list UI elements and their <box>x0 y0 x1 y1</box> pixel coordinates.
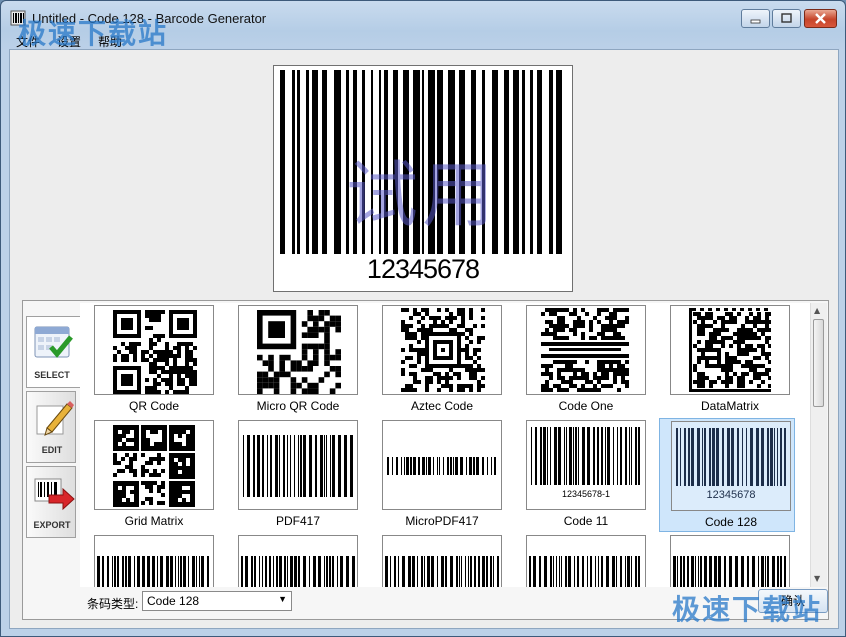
barcode-type-label: Code 11 <box>563 514 609 528</box>
barcode-type-label: MicroPDF417 <box>405 514 479 528</box>
barcode-type-label: QR Code <box>128 399 180 413</box>
tab-edit-label: EDIT <box>41 445 63 455</box>
scroll-down-icon[interactable]: ▼ <box>814 574 820 583</box>
barcode-caption: 12345678-1 <box>562 489 610 499</box>
chevron-down-icon: ▼ <box>278 594 287 604</box>
trial-watermark: 试用 <box>346 153 499 237</box>
barcode-symbol <box>243 435 353 497</box>
barcode-thumbnail <box>670 305 790 395</box>
barcode-symbol <box>257 310 341 394</box>
barcode-symbol <box>113 425 195 507</box>
barcode-type-item[interactable]: MicroPDF417 <box>371 418 507 532</box>
gallery-scrollbar[interactable]: ▲ ▼ <box>810 303 827 587</box>
barcode-type-item[interactable]: Code One <box>515 303 651 417</box>
close-icon <box>815 13 826 24</box>
barcode-symbol <box>97 556 209 587</box>
barcode-thumbnail <box>526 535 646 587</box>
site-watermark: 极速下载站 <box>672 593 823 626</box>
barcode-type-item[interactable] <box>515 533 651 587</box>
barcode-type-label: DataMatrix <box>700 399 759 413</box>
preview-human-readable: 12345678 <box>366 254 480 284</box>
tab-edit[interactable]: EDIT <box>26 391 76 463</box>
barcode-type-label: Micro QR Code <box>256 399 340 413</box>
select-grid-icon <box>34 326 73 358</box>
barcode-type-item[interactable]: Grid Matrix <box>83 418 219 532</box>
tab-select-label: SELECT <box>34 370 70 380</box>
barcode-thumbnail <box>238 420 358 510</box>
tab-export-label: EXPORT <box>33 520 71 530</box>
barcode-type-item[interactable]: 12345678-1 Code 11 <box>515 418 651 532</box>
client-area: 12345678 试用 SELECT EDIT EXPORT QR Code M… <box>9 49 839 629</box>
barcode-symbol <box>541 308 629 392</box>
barcode-symbol: 12345678 <box>676 428 786 501</box>
barcode-thumbnail <box>94 535 214 587</box>
barcode-thumbnail <box>238 305 358 395</box>
barcode-symbol: 12345678-1 <box>531 427 640 499</box>
barcode-thumbnail <box>382 420 502 510</box>
barcode-type-item[interactable] <box>227 533 363 587</box>
maximize-icon <box>781 13 792 23</box>
barcode-type-label: Code One <box>558 399 614 413</box>
barcode-type-item[interactable] <box>659 533 795 587</box>
barcode-type-item[interactable] <box>83 533 219 587</box>
barcode-caption: 12345678 <box>707 489 756 501</box>
barcode-symbol <box>529 556 640 587</box>
maximize-button[interactable] <box>772 9 801 28</box>
barcode-thumbnail <box>382 535 502 587</box>
close-button[interactable] <box>804 9 837 28</box>
scrollbar-thumb[interactable] <box>813 319 824 407</box>
barcode-symbol <box>113 310 197 394</box>
barcode-thumbnail <box>670 535 790 587</box>
barcode-thumbnail: 12345678-1 <box>526 420 646 510</box>
barcode-type-item[interactable]: 12345678 Code 128 <box>659 418 795 532</box>
minimize-icon <box>750 19 761 24</box>
barcode-type-item[interactable]: QR Code <box>83 303 219 417</box>
barcode-thumbnail <box>94 305 214 395</box>
barcode-gallery: QR Code Micro QR Code Aztec Code Code One Da… <box>80 303 812 587</box>
barcode-thumbnail <box>94 420 214 510</box>
barcode-type-item[interactable]: Aztec Code <box>371 303 507 417</box>
barcode-symbol <box>689 308 771 392</box>
barcode-preview: 12345678 试用 <box>273 65 573 292</box>
barcode-symbol <box>241 556 355 587</box>
tab-export[interactable]: EXPORT <box>26 466 76 538</box>
barcode-thumbnail <box>238 535 358 587</box>
scroll-up-icon[interactable]: ▲ <box>814 306 820 315</box>
minimize-button[interactable] <box>741 9 770 28</box>
barcode-thumbnail <box>526 305 646 395</box>
barcode-type-item[interactable]: PDF417 <box>227 418 363 532</box>
barcode-type-select[interactable]: Code 128 ▼ <box>142 591 292 611</box>
barcode-type-value: Code 128 <box>147 594 200 608</box>
barcode-type-label: Grid Matrix <box>124 514 184 528</box>
barcode-type-label: Code 128 <box>704 515 758 529</box>
barcode-type-item[interactable]: DataMatrix <box>659 303 795 417</box>
barcode-symbol <box>673 556 786 587</box>
export-arrow-icon <box>34 478 75 511</box>
barcode-type-label: PDF417 <box>275 514 321 528</box>
site-watermark: 极速下载站 <box>18 17 169 50</box>
tab-select[interactable]: SELECT <box>26 316 81 388</box>
barcode-type-label: 条码类型: <box>87 597 139 611</box>
barcode-type-label: Aztec Code <box>410 399 474 413</box>
barcode-type-item[interactable] <box>371 533 507 587</box>
barcode-symbol <box>387 457 496 475</box>
app-window: Untitled - Code 128 - Barcode Generator … <box>0 0 846 637</box>
barcode-thumbnail: 12345678 <box>671 421 791 511</box>
barcode-symbol <box>385 556 499 587</box>
pencil-icon <box>36 401 74 436</box>
barcode-thumbnail <box>382 305 502 395</box>
barcode-symbol <box>401 308 485 392</box>
barcode-type-panel: SELECT EDIT EXPORT QR Code Micro QR Code… <box>22 300 829 620</box>
barcode-type-item[interactable]: Micro QR Code <box>227 303 363 417</box>
